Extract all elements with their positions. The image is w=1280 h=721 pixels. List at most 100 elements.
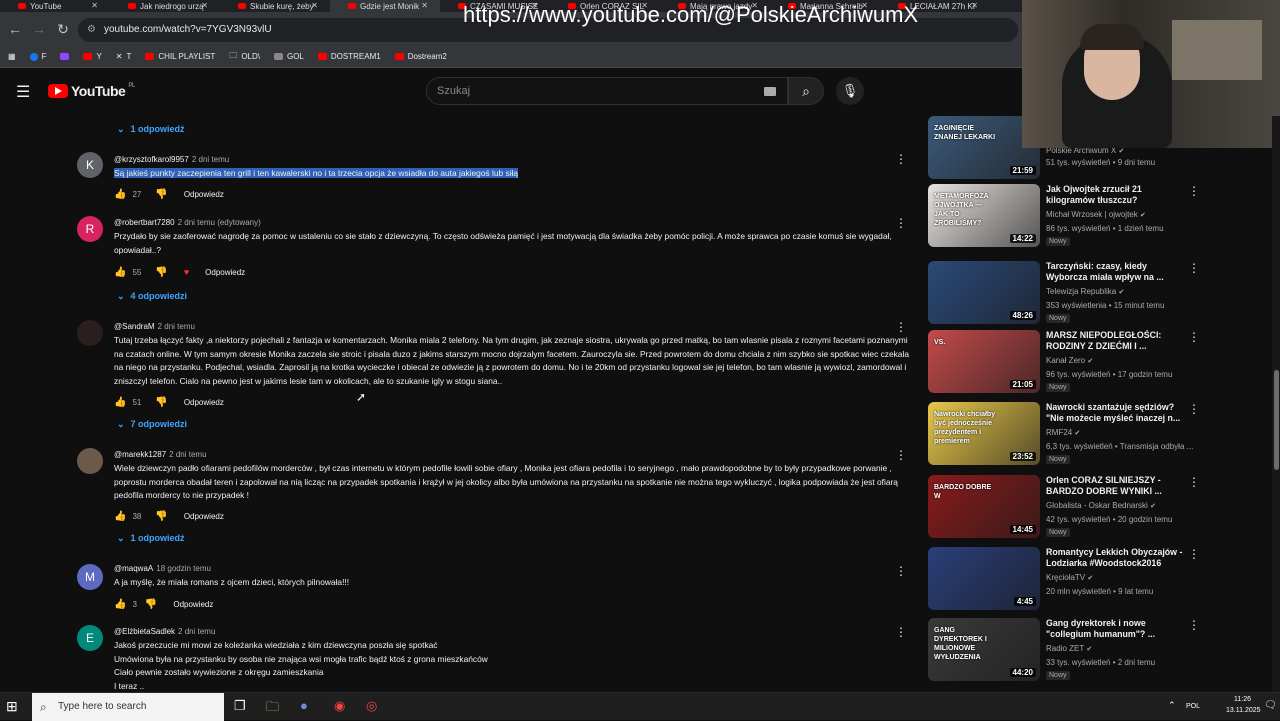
avatar[interactable] xyxy=(77,448,103,474)
discord-icon[interactable]: ● xyxy=(300,698,308,713)
scrollbar-thumb[interactable] xyxy=(1274,370,1279,470)
recommended-video-item[interactable]: 4:45 Romantycy Lekkich Obyczajów - Lodzia… xyxy=(928,547,1248,615)
more-options-icon[interactable]: ⋮ xyxy=(895,216,907,230)
bookmark-t[interactable]: ✕ T xyxy=(116,52,132,61)
close-icon[interactable]: ✕ xyxy=(311,1,318,10)
thumbs-down-icon[interactable]: 👎 xyxy=(145,599,157,610)
comment-author[interactable]: @krzysztofkarol9957 xyxy=(114,155,189,164)
notification-icon[interactable]: 🗨 xyxy=(1264,700,1277,711)
video-thumbnail[interactable]: BARDZO DOBRE W 14:45 xyxy=(928,475,1040,538)
channel-name[interactable]: Radio ZET ✔ xyxy=(1046,644,1092,653)
comment-time[interactable]: 2 dni temu xyxy=(178,627,215,636)
comment-author[interactable]: @ElżbietaSadlek xyxy=(114,627,175,636)
more-options-icon[interactable]: ⋮ xyxy=(895,564,907,578)
avatar[interactable]: K xyxy=(77,152,103,178)
more-options-icon[interactable]: ⋮ xyxy=(895,625,907,639)
task-view-icon[interactable]: ❐ xyxy=(234,698,246,714)
avatar[interactable]: M xyxy=(77,564,103,590)
hamburger-menu-icon[interactable]: ☰ xyxy=(16,82,30,102)
bookmark-twitch[interactable] xyxy=(60,53,70,60)
reply-button[interactable]: Odpowiedz xyxy=(184,190,224,199)
more-options-icon[interactable]: ⋮ xyxy=(1188,547,1200,561)
video-thumbnail[interactable]: METAMORFOZA OJWOJTKA — JAK TO ZROBILIŚMY… xyxy=(928,184,1040,247)
show-replies-button[interactable]: ⌄ 1 odpowiedź xyxy=(117,533,185,544)
channel-name[interactable]: Kanał Zero ✔ xyxy=(1046,356,1093,365)
bookmark-old[interactable]: 🗀 OLD\ xyxy=(229,50,260,64)
avatar[interactable] xyxy=(77,320,103,346)
browser-tab[interactable]: Gdzie jest Monik ✕ xyxy=(330,0,440,12)
channel-name[interactable]: Telewizja Republika ✔ xyxy=(1046,287,1124,296)
bookmark-y[interactable]: Y xyxy=(83,52,102,61)
video-title[interactable]: Gang dyrektorek i nowe "collegium humanu… xyxy=(1046,618,1186,640)
recommended-video-item[interactable]: GANG DYREKTOREK I MILIONOWE WYŁUDZENIA 44… xyxy=(928,618,1248,686)
avatar[interactable]: R xyxy=(77,216,103,242)
comment-time[interactable]: 2 dni temu xyxy=(192,155,229,164)
reply-button[interactable]: Odpowiedz xyxy=(184,512,224,521)
more-options-icon[interactable]: ⋮ xyxy=(895,448,907,462)
video-title[interactable]: Orlen CORAZ SILNIEJSZY - BARDZO DOBRE WY… xyxy=(1046,475,1186,497)
bookmark-chil-playlist[interactable]: CHIL PLAYLIST xyxy=(145,52,215,61)
obs-icon[interactable]: ◎ xyxy=(366,698,377,714)
chevron-up-icon[interactable]: ⌃ xyxy=(1168,700,1176,711)
video-title[interactable]: Romantycy Lekkich Obyczajów - Lodziarka … xyxy=(1046,547,1186,569)
chrome-icon[interactable]: ◉ xyxy=(334,698,345,714)
close-icon[interactable]: ✕ xyxy=(971,1,978,10)
clock-date[interactable]: 13.11.2025 xyxy=(1226,707,1261,714)
more-options-icon[interactable]: ⋮ xyxy=(1188,261,1200,275)
comment-time[interactable]: 2 dni temu (edytowany) xyxy=(178,218,261,227)
video-thumbnail[interactable]: VS. 21:05 xyxy=(928,330,1040,393)
search-input[interactable]: Szukaj xyxy=(426,77,788,105)
comment-author[interactable]: @robertbart7280 xyxy=(114,218,175,227)
more-options-icon[interactable]: ⋮ xyxy=(1188,184,1200,198)
bookmark-f[interactable]: F xyxy=(29,52,46,61)
reply-button[interactable]: Odpowiedz xyxy=(205,268,245,277)
thumbs-up-icon[interactable]: 👍 xyxy=(114,267,126,278)
video-thumbnail[interactable]: 48:26 xyxy=(928,261,1040,324)
recommended-video-item[interactable]: 48:26 Tarczyński: czasy, kiedy Wyborcza m… xyxy=(928,261,1248,329)
thumbs-down-icon[interactable]: 👎 xyxy=(155,189,167,200)
taskbar-search-input[interactable]: ⌕ Type here to search xyxy=(32,693,224,721)
browser-tab[interactable]: Skubie kurę, żeby ✕ xyxy=(220,0,330,12)
windows-start-icon[interactable]: ⊞ xyxy=(6,698,18,715)
show-replies-button[interactable]: ⌄ 4 odpowiedzi xyxy=(117,291,187,302)
more-options-icon[interactable]: ⋮ xyxy=(1188,618,1200,632)
channel-name[interactable]: Globalista - Oskar Bednarski ✔ xyxy=(1046,501,1156,510)
video-thumbnail[interactable]: GANG DYREKTOREK I MILIONOWE WYŁUDZENIA 44… xyxy=(928,618,1040,681)
file-explorer-icon[interactable]: 🗀 xyxy=(266,698,279,720)
site-info-icon[interactable]: ⚙ xyxy=(87,18,96,42)
bookmark-gol[interactable]: GOL xyxy=(273,52,304,61)
channel-name[interactable]: KręciołaTV ✔ xyxy=(1046,573,1093,582)
reply-button[interactable]: Odpowiedz xyxy=(184,398,224,407)
thumbs-up-icon[interactable]: 👍 xyxy=(114,599,126,610)
language-indicator[interactable]: POL xyxy=(1186,703,1200,710)
more-options-icon[interactable]: ⋮ xyxy=(1188,402,1200,416)
browser-tab[interactable]: Jak niedrogo urzą ✕ xyxy=(110,0,220,12)
forward-icon[interactable]: → xyxy=(30,20,48,38)
video-thumbnail[interactable]: Nawrocki chciałby być jednocześnie prezy… xyxy=(928,402,1040,465)
reload-icon[interactable]: ↻ xyxy=(54,20,72,38)
browser-tab[interactable]: YouTube ✕ xyxy=(0,0,110,12)
channel-name[interactable]: Michał Wrzosek | ojwojtek ✔ xyxy=(1046,210,1146,219)
comment-author[interactable]: @SandraM xyxy=(114,322,155,331)
clock-time[interactable]: 11:26 xyxy=(1234,696,1251,703)
thumbs-up-icon[interactable]: 👍 xyxy=(114,397,126,408)
more-options-icon[interactable]: ⋮ xyxy=(895,320,907,334)
video-thumbnail[interactable]: 4:45 xyxy=(928,547,1040,610)
video-title[interactable]: Jak Ojwojtek zrzucił 21 kilogramów tłusz… xyxy=(1046,184,1186,206)
bookmark-dostream2[interactable]: Dostream2 xyxy=(394,52,447,61)
more-options-icon[interactable]: ⋮ xyxy=(895,152,907,166)
close-icon[interactable]: ✕ xyxy=(201,1,208,10)
keyboard-icon[interactable] xyxy=(764,87,776,96)
back-icon[interactable]: ← xyxy=(6,20,24,38)
bookmark-dostream1[interactable]: DOSTREAM1 xyxy=(317,52,381,61)
youtube-logo[interactable]: YouTube PL xyxy=(48,83,135,99)
channel-name[interactable]: RMF24 ✔ xyxy=(1046,428,1080,437)
more-options-icon[interactable]: ⋮ xyxy=(1188,330,1200,344)
thumbs-down-icon[interactable]: 👎 xyxy=(155,397,167,408)
thumbs-down-icon[interactable]: 👎 xyxy=(155,511,167,522)
comment-time[interactable]: 2 dni temu xyxy=(158,322,195,331)
comment-author[interactable]: @marekk1287 xyxy=(114,450,166,459)
close-icon[interactable]: ✕ xyxy=(421,1,428,10)
search-button[interactable]: ⌕ xyxy=(788,77,824,105)
thumbs-up-icon[interactable]: 👍 xyxy=(114,189,126,200)
